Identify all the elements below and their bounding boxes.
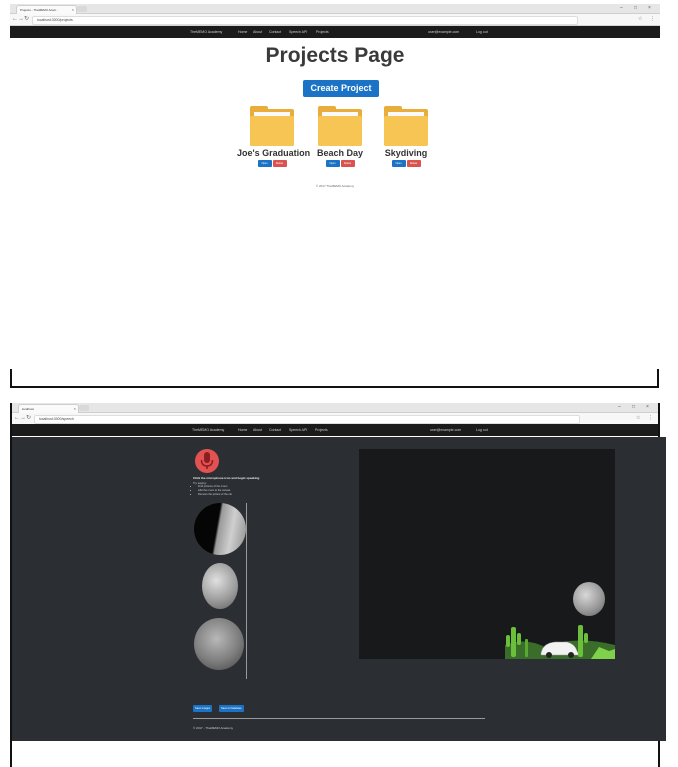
microphone-icon [200, 452, 214, 469]
speech-page: Click the microphone icon and begin spea… [12, 437, 666, 741]
delete-project-button[interactable]: Delete [340, 160, 355, 167]
browser-tab-bar: localhost × – □ × [12, 403, 658, 413]
browser-tab[interactable]: Projects - TheMEMO Acad... × [16, 5, 77, 14]
new-tab-button[interactable] [77, 6, 87, 12]
close-tab-icon[interactable]: × [74, 405, 76, 413]
scene-canvas[interactable] [359, 449, 615, 659]
tab-title: Projects - TheMEMO Acad... [20, 8, 58, 12]
page-footer: © 2017 - TheMEMO Academy [193, 726, 234, 730]
nav-link-projects[interactable]: Projects [315, 424, 328, 436]
bottom-browser-window: localhost × – □ × ← → ↻ localhost:3000/s… [10, 403, 666, 767]
save-to-database-button[interactable]: Save to Database [219, 705, 244, 712]
nav-logout[interactable]: Log out [476, 424, 488, 436]
list-item: Remove the picture of the car [198, 493, 232, 497]
nav-link-home[interactable]: Home [238, 424, 247, 436]
instructions-list: Find pictures of the moon Add the moon t… [193, 485, 232, 497]
project-name: Joe's Graduation [237, 148, 311, 158]
nav-logout[interactable]: Log out [476, 26, 488, 38]
delete-project-button[interactable]: Delete [406, 160, 421, 167]
site-navbar: TheMEMO Academy Home About Contact Speec… [10, 26, 660, 38]
kebab-menu-icon[interactable]: ⋮ [650, 15, 655, 24]
open-project-button[interactable]: Open [257, 160, 272, 167]
nav-link-contact[interactable]: Contact [269, 424, 281, 436]
address-bar: ← → ↻ localhost:3000/projects ☆ ⋮ [10, 14, 660, 26]
browser-tab-bar: Projects - TheMEMO Acad... × – □ × [10, 4, 660, 14]
save-images-button[interactable]: Save Images [193, 705, 213, 712]
delete-project-button[interactable]: Delete [272, 160, 287, 167]
reload-icon[interactable]: ↻ [26, 414, 31, 423]
page-footer: © 2017 TheMEMO Academy [315, 184, 355, 188]
divider [193, 718, 485, 719]
project-card[interactable]: Joe's Graduation Open Delete [237, 106, 311, 167]
canvas-moon-image[interactable] [573, 582, 605, 616]
new-tab-button[interactable] [79, 405, 89, 411]
nav-link-home[interactable]: Home [238, 26, 247, 38]
open-project-button[interactable]: Open [391, 160, 406, 167]
url-field[interactable]: localhost:3000/speech [34, 415, 580, 424]
browser-tab[interactable]: localhost × [18, 404, 79, 413]
folder-icon[interactable] [318, 106, 362, 146]
nav-link-about[interactable]: About [253, 26, 262, 38]
kebab-menu-icon[interactable]: ⋮ [648, 414, 653, 423]
nav-link-about[interactable]: About [253, 424, 262, 436]
nav-user[interactable]: user@example.com [428, 26, 459, 38]
star-icon[interactable]: ☆ [636, 414, 640, 423]
folder-icon[interactable] [384, 106, 428, 146]
moon-image-full[interactable] [202, 563, 238, 609]
project-name: Beach Day [316, 148, 364, 158]
nav-brand[interactable]: TheMEMO Academy [190, 26, 222, 38]
page-title: Projects Page [265, 44, 405, 67]
nav-link-speech-api[interactable]: Speech API [289, 26, 307, 38]
nav-link-speech-api[interactable]: Speech API [289, 424, 307, 436]
minimize-icon[interactable]: – [618, 403, 621, 412]
moon-image-surface[interactable] [194, 618, 244, 670]
project-name: Skydiving [384, 148, 428, 158]
close-tab-icon[interactable]: × [72, 6, 74, 14]
canvas-desert-scene[interactable] [505, 625, 615, 659]
star-icon[interactable]: ☆ [638, 15, 642, 24]
maximize-icon[interactable]: □ [634, 4, 637, 13]
site-navbar: TheMEMO Academy Home About Contact Speec… [12, 424, 658, 436]
minimize-icon[interactable]: – [620, 4, 623, 13]
close-window-icon[interactable]: × [648, 4, 651, 13]
maximize-icon[interactable]: □ [632, 403, 635, 412]
open-project-button[interactable]: Open [325, 160, 340, 167]
image-results-panel [190, 503, 247, 679]
microphone-button[interactable] [195, 449, 219, 473]
nav-user[interactable]: user@example.com [430, 424, 461, 436]
nav-brand[interactable]: TheMEMO Academy [192, 424, 224, 436]
create-project-button[interactable]: Create Project [303, 80, 379, 97]
frame-border [10, 386, 659, 388]
instructions-title: Click the microphone icon and begin spea… [193, 476, 260, 480]
folder-icon[interactable] [250, 106, 294, 146]
project-card[interactable]: Beach Day Open Delete [305, 106, 375, 167]
reload-icon[interactable]: ↻ [24, 15, 29, 24]
tab-title: localhost [22, 407, 34, 411]
moon-image-half[interactable] [194, 503, 246, 555]
project-card[interactable]: Skydiving Open Delete [371, 106, 441, 167]
top-browser-window: Projects - TheMEMO Acad... × – □ × ← → ↻… [10, 4, 660, 388]
nav-link-projects[interactable]: Projects [316, 26, 329, 38]
url-field[interactable]: localhost:3000/projects [32, 16, 578, 25]
close-window-icon[interactable]: × [646, 403, 649, 412]
nav-link-contact[interactable]: Contact [269, 26, 281, 38]
